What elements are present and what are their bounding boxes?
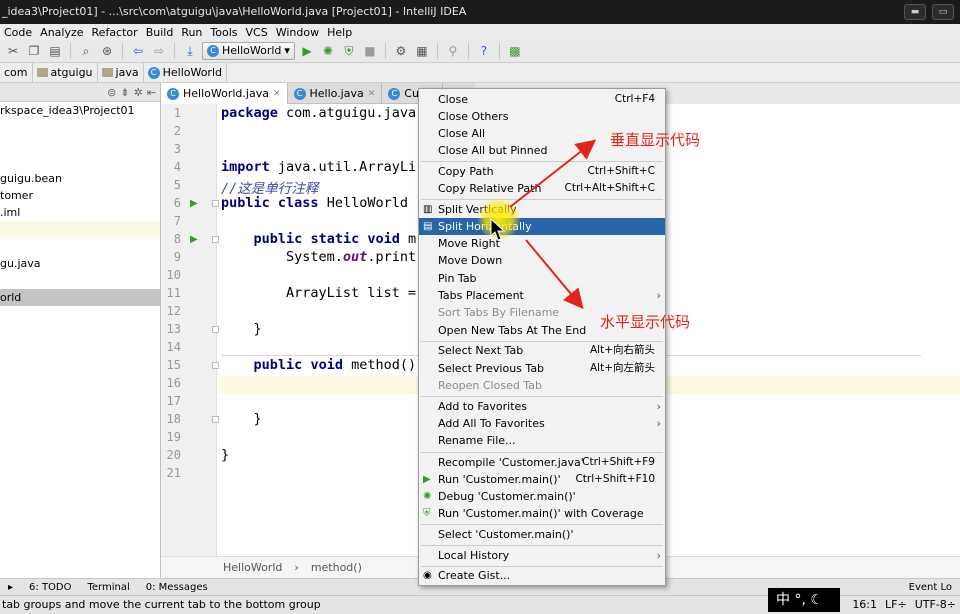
annotation-horizontal: 水平显示代码 bbox=[600, 313, 691, 331]
annotation-arrows bbox=[509, 139, 597, 310]
arrow-to-horizontal-note bbox=[525, 239, 584, 310]
annotation-vertical: 垂直显示代码 bbox=[610, 131, 701, 149]
arrow-to-vertical-note bbox=[509, 139, 597, 208]
